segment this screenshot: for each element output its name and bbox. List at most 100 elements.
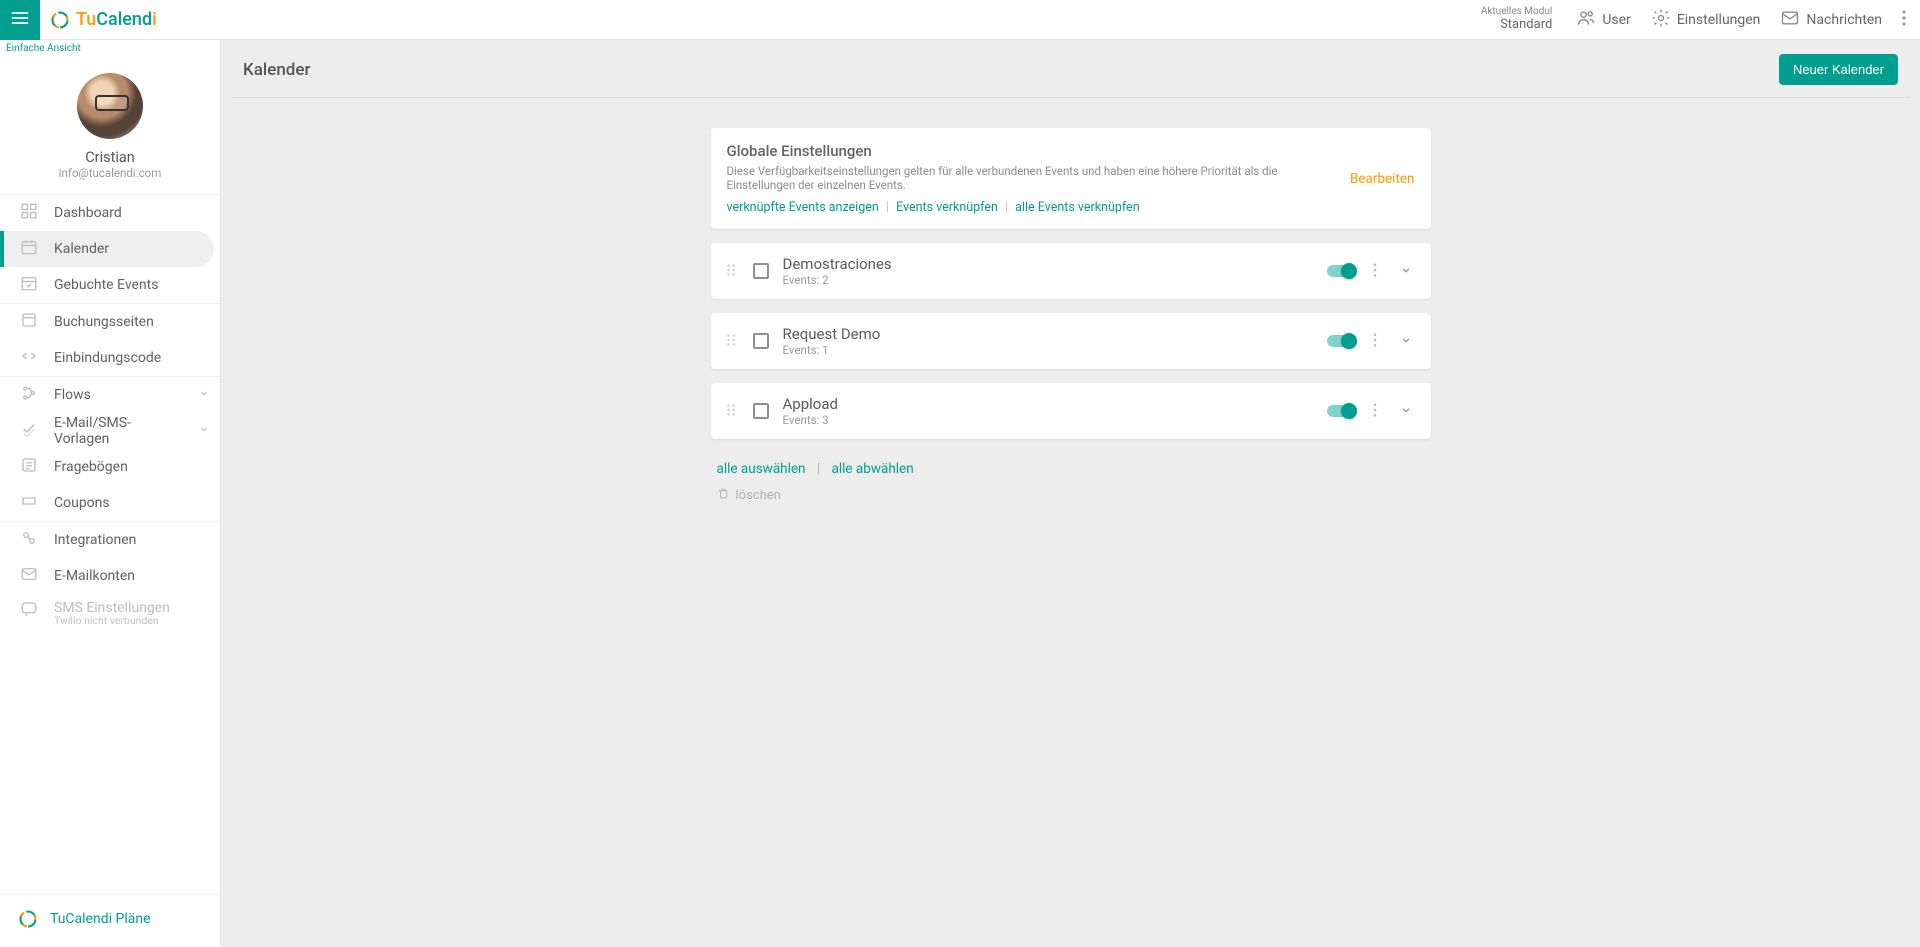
page-title: Kalender (243, 60, 311, 80)
drag-handle-icon[interactable] (725, 262, 739, 281)
calendar-more-button[interactable] (1369, 402, 1381, 421)
delete-selected-button[interactable]: löschen (711, 481, 1431, 510)
sidebar-item-kalender[interactable]: Kalender (0, 231, 214, 267)
sidebar-item-buchungsseiten[interactable]: Buchungsseiten (0, 304, 220, 340)
global-settings-title: Globale Einstellungen (727, 142, 1330, 160)
global-links: verknüpfte Events anzeigen | Events verk… (727, 200, 1330, 215)
chevron-down-icon (198, 423, 210, 439)
sidebar-item-label: Kalender (54, 241, 109, 257)
messages-label: Nachrichten (1806, 12, 1882, 28)
sidebar-item-e-mail-sms-vorlagen[interactable]: E-Mail/SMS-Vorlagen (0, 413, 220, 449)
plans-logo-icon (18, 909, 38, 929)
menu-toggle-button[interactable] (0, 0, 40, 40)
calendar-expand-button[interactable] (1395, 262, 1417, 281)
plans-label: TuCalendi Pläne (50, 911, 151, 927)
calendar-expand-button[interactable] (1395, 402, 1417, 421)
calendar-events-count: Events: 1 (783, 343, 1313, 357)
calendar-expand-button[interactable] (1395, 332, 1417, 351)
delete-label: löschen (736, 488, 781, 503)
mail-icon (20, 565, 38, 587)
page-icon (20, 311, 38, 333)
calendar-toggle[interactable] (1327, 265, 1355, 277)
profile-name: Cristian (85, 149, 135, 166)
integrations-icon (20, 529, 38, 551)
sidebar-item-einbindungscode[interactable]: Einbindungscode (0, 340, 220, 376)
check-cal-icon (20, 274, 38, 296)
sidebar-item-frageb-gen[interactable]: Fragebögen (0, 449, 220, 485)
calendar-checkbox[interactable] (753, 333, 769, 349)
sidebar-item-sublabel: Twilio nicht verbunden (54, 614, 170, 627)
new-calendar-button[interactable]: Neuer Kalender (1779, 54, 1898, 85)
select-all-link[interactable]: alle auswählen (717, 461, 806, 477)
settings-button[interactable]: Einstellungen (1641, 8, 1771, 32)
sidebar-item-integrationen[interactable]: Integrationen (0, 522, 220, 558)
calendar-card: Request DemoEvents: 1 (711, 313, 1431, 369)
drag-handle-icon[interactable] (725, 332, 739, 351)
menu-icon (10, 8, 30, 32)
sidebar-item-flows[interactable]: Flows (0, 377, 220, 413)
sidebar-item-label: Coupons (54, 495, 110, 511)
profile-block: Cristian info@tucalendi.com (0, 57, 220, 188)
top-more-button[interactable] (1892, 10, 1920, 30)
sms-icon (20, 600, 38, 622)
check-badge-icon (20, 420, 38, 442)
calendar-card: DemostracionesEvents: 2 (711, 243, 1431, 299)
calendar-toggle[interactable] (1327, 405, 1355, 417)
sidebar-item-label: E-Mailkonten (54, 568, 135, 584)
sidebar-item-label: Integrationen (54, 532, 136, 548)
calendar-events-count: Events: 2 (783, 273, 1313, 287)
deselect-all-link[interactable]: alle abwählen (832, 461, 914, 477)
plans-link[interactable]: TuCalendi Pläne (0, 894, 220, 947)
calendar-title: Request Demo (783, 325, 1313, 343)
sidebar-item-label: Fragebögen (54, 459, 128, 475)
sidebar: Einfache Ansicht Cristian info@tucalendi… (0, 40, 221, 947)
calendar-title: Appload (783, 395, 1313, 413)
code-icon (20, 347, 38, 369)
more-vert-icon (1902, 11, 1906, 30)
bulk-actions: alle auswählen | alle abwählen (711, 453, 1431, 481)
link-events-link[interactable]: Events verknüpfen (896, 200, 998, 215)
sidebar-item-coupons[interactable]: Coupons (0, 485, 220, 521)
sidebar-item-sms-einstellungen: SMS EinstellungenTwilio nicht verbunden (0, 594, 220, 636)
calendar-checkbox[interactable] (753, 403, 769, 419)
calendar-title: Demostraciones (783, 255, 1313, 273)
messages-button[interactable]: Nachrichten (1770, 8, 1892, 32)
grid-icon (20, 202, 38, 224)
global-edit-button[interactable]: Bearbeiten (1350, 171, 1415, 187)
link-all-events-link[interactable]: alle Events verknüpfen (1015, 200, 1139, 215)
brand-logo[interactable]: TuCalendi (40, 9, 157, 30)
current-module-value: Standard (1481, 18, 1553, 32)
sidebar-item-label: Buchungsseiten (54, 314, 154, 330)
easy-view-link[interactable]: Einfache Ansicht (0, 40, 220, 57)
profile-email: info@tucalendi.com (59, 166, 162, 180)
mail-icon (1780, 8, 1800, 32)
trash-icon (717, 487, 730, 504)
global-settings-desc: Diese Verfügbarkeitseinstellungen gelten… (727, 164, 1330, 192)
brand-logo-icon (50, 10, 70, 30)
linked-events-show-link[interactable]: verknüpfte Events anzeigen (727, 200, 879, 215)
sidebar-item-e-mailkonten[interactable]: E-Mailkonten (0, 558, 220, 594)
sidebar-item-label: Flows (54, 387, 91, 403)
calendar-toggle[interactable] (1327, 335, 1355, 347)
current-module[interactable]: Aktuelles Modul Standard (1481, 7, 1567, 31)
ticket-icon (20, 492, 38, 514)
sidebar-item-dashboard[interactable]: Dashboard (0, 195, 220, 231)
sidebar-item-label: Gebuchte Events (54, 277, 159, 293)
chevron-down-icon (198, 387, 210, 403)
flow-icon (20, 384, 38, 406)
form-icon (20, 456, 38, 478)
user-menu[interactable]: User (1566, 8, 1640, 32)
calendar-events-count: Events: 3 (783, 413, 1313, 427)
avatar[interactable] (77, 73, 143, 139)
calendar-checkbox[interactable] (753, 263, 769, 279)
sidebar-item-gebuchte-events[interactable]: Gebuchte Events (0, 267, 220, 303)
calendar-more-button[interactable] (1369, 332, 1381, 351)
page-header: Kalender Neuer Kalender (231, 40, 1910, 98)
brand-text: TuCalendi (76, 9, 157, 30)
settings-label: Einstellungen (1677, 12, 1761, 28)
calendar-more-button[interactable] (1369, 262, 1381, 281)
global-settings-card: Globale Einstellungen Diese Verfügbarkei… (711, 128, 1431, 229)
drag-handle-icon[interactable] (725, 402, 739, 421)
sidebar-nav: Dashboard Kalender Gebuchte Events Buchungs… (0, 194, 220, 636)
user-menu-label: User (1602, 12, 1630, 28)
